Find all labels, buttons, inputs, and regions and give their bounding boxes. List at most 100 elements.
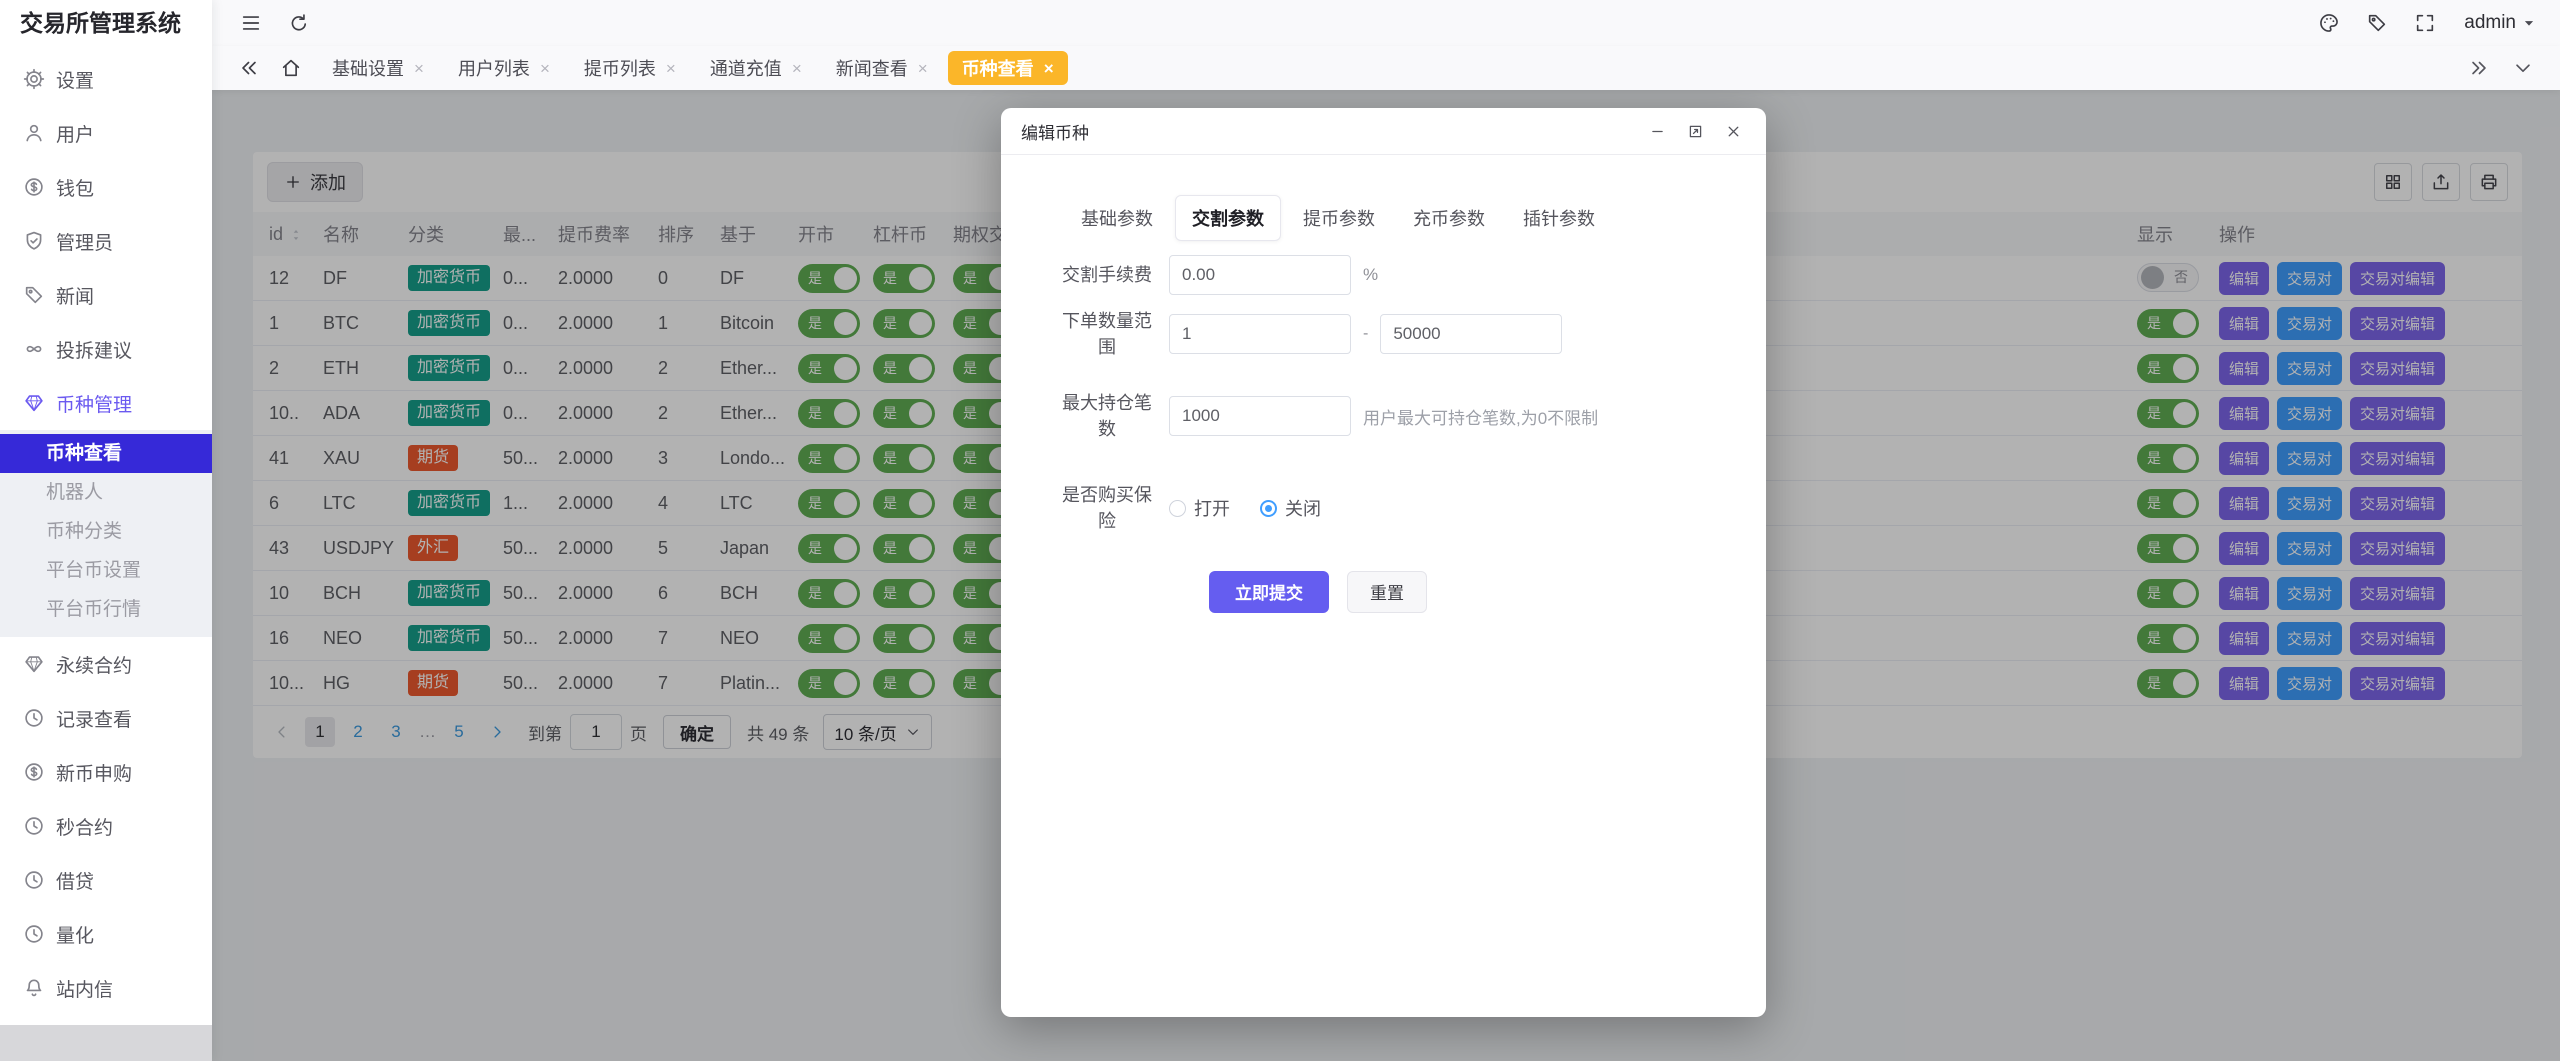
sidebar-item-4[interactable]: 新闻: [0, 268, 212, 322]
gear-icon: [23, 68, 45, 90]
close-icon[interactable]: ×: [792, 60, 802, 77]
max-hold-label: 最大持仓笔数: [1059, 390, 1155, 442]
tab-label: 用户列表: [458, 55, 530, 81]
insurance-option-0[interactable]: 打开: [1169, 495, 1230, 521]
sidebar-subitem-3[interactable]: 平台币设置: [0, 551, 212, 590]
sidebar-item-label: 站内信: [56, 975, 113, 1002]
content-area: 添加 id 名称分类最...提币费率排序基于开市杠杆币期权交易显示操作 12DF…: [212, 90, 2560, 1061]
close-icon[interactable]: ×: [918, 60, 928, 77]
sidebar-subitem-0[interactable]: 币种查看: [0, 434, 212, 473]
fee-suffix: %: [1363, 265, 1378, 285]
infinity-icon: [23, 338, 45, 360]
close-icon[interactable]: ×: [666, 60, 676, 77]
clock-icon: [23, 815, 45, 837]
range-min-input[interactable]: [1169, 314, 1351, 354]
minimize-icon[interactable]: [1644, 118, 1670, 144]
sidebar-item-2[interactable]: 钱包: [0, 160, 212, 214]
tab-label: 通道充值: [710, 55, 782, 81]
insurance-label: 是否购买保险: [1059, 482, 1155, 534]
sidebar-item-lower-6[interactable]: 站内信: [0, 961, 212, 1015]
sidebar-item-1[interactable]: 用户: [0, 106, 212, 160]
tab-0[interactable]: 基础设置×: [318, 51, 438, 85]
sidebar-collapse-strip[interactable]: [0, 1025, 212, 1061]
wallet-icon: [23, 176, 45, 198]
sidebar-item-lower-3[interactable]: 秒合约: [0, 799, 212, 853]
sidebar-item-label: 投拆建议: [56, 336, 132, 363]
modal-tab-2[interactable]: 提币参数: [1287, 196, 1391, 240]
close-icon[interactable]: ×: [1044, 60, 1054, 77]
chevrons-right-icon[interactable]: [2464, 53, 2494, 83]
menu-fold-icon[interactable]: [234, 6, 268, 40]
modal-body: 基础参数交割参数提币参数充币参数插针参数 交割手续费 % 下单数量范围 -: [1001, 155, 1766, 1017]
close-icon[interactable]: ×: [540, 60, 550, 77]
sidebar: 交易所管理系统 设置用户钱包管理员新闻投拆建议币种管理币种查看机器人币种分类平台…: [0, 0, 212, 1061]
refresh-icon[interactable]: [282, 6, 316, 40]
insurance-option-1[interactable]: 关闭: [1260, 495, 1321, 521]
tab-label: 提币列表: [584, 55, 656, 81]
sidebar-item-lower-4[interactable]: 借贷: [0, 853, 212, 907]
sidebar-subitem-2[interactable]: 币种分类: [0, 512, 212, 551]
edit-coin-modal: 编辑币种 基础参数交割参数提币参数充币参数插针参数 交割手续费 %: [1001, 108, 1766, 1017]
sidebar-item-lower-1[interactable]: 记录查看: [0, 691, 212, 745]
sidebar-item-lower-0[interactable]: 永续合约: [0, 637, 212, 691]
app-title: 交易所管理系统: [0, 0, 212, 46]
close-icon[interactable]: [1720, 118, 1746, 144]
submit-button[interactable]: 立即提交: [1209, 571, 1329, 613]
form-row-fee: 交割手续费 %: [1059, 255, 1766, 295]
reset-button[interactable]: 重置: [1347, 571, 1427, 613]
diamond-icon: [23, 653, 45, 675]
tab-1[interactable]: 用户列表 ×: [444, 51, 564, 85]
tab-label: 新闻查看: [836, 55, 908, 81]
tab-3[interactable]: 通道充值 ×: [696, 51, 816, 85]
tab-5[interactable]: 币种查看×: [948, 51, 1068, 85]
chevrons-left-icon[interactable]: [234, 53, 264, 83]
tab-4[interactable]: 新闻查看 ×: [822, 51, 942, 85]
tabbar: 基础设置×用户列表×提币列表×通道充值×新闻查看×币种查看×: [212, 46, 2560, 90]
radio-icon[interactable]: [1169, 500, 1186, 517]
radio-icon[interactable]: [1260, 500, 1277, 517]
sidebar-item-lower-5[interactable]: 量化: [0, 907, 212, 961]
sidebar-item-label: 量化: [56, 921, 94, 948]
fee-label: 交割手续费: [1059, 262, 1155, 288]
sidebar-subitem-1[interactable]: 机器人: [0, 473, 212, 512]
sidebar-item-label: 币种管理: [56, 390, 132, 417]
main-column: admin 基础设置×用户列表×提币列表×通道充值×新闻查看×币种查看× 添加: [212, 0, 2560, 1061]
maximize-icon[interactable]: [1682, 118, 1708, 144]
sidebar-item-0[interactable]: 设置: [0, 52, 212, 106]
topbar-right-icons: [2312, 6, 2456, 40]
modal-tab-3[interactable]: 充币参数: [1397, 196, 1501, 240]
sidebar-item-lower-2[interactable]: 新币申购: [0, 745, 212, 799]
radio-label: 打开: [1194, 495, 1230, 521]
tag-icon: [23, 284, 45, 306]
tab-2[interactable]: 提币列表 ×: [570, 51, 690, 85]
chevron-down-icon[interactable]: [2508, 53, 2538, 83]
clock-icon: [23, 923, 45, 945]
sidebar-item-3[interactable]: 管理员: [0, 214, 212, 268]
modal-tab-0[interactable]: 基础参数: [1065, 196, 1169, 240]
form-row-max-hold: 最大持仓笔数 用户最大可持仓笔数,为0不限制: [1059, 390, 1766, 442]
caret-down-icon: [2520, 14, 2538, 32]
user-menu[interactable]: admin: [2464, 12, 2538, 34]
close-icon[interactable]: ×: [414, 60, 424, 77]
fullscreen-icon[interactable]: [2408, 6, 2442, 40]
user-icon: [23, 122, 45, 144]
form-actions: 立即提交 重置: [1209, 571, 1766, 613]
range-label: 下单数量范围: [1059, 308, 1155, 360]
sidebar-subitem-4[interactable]: 平台币行情: [0, 590, 212, 629]
palette-icon[interactable]: [2312, 6, 2346, 40]
sidebar-item-5[interactable]: 投拆建议: [0, 322, 212, 376]
home-icon[interactable]: [276, 53, 306, 83]
topbar: admin: [212, 0, 2560, 46]
user-menu-label: admin: [2464, 12, 2516, 34]
modal-tab-4[interactable]: 插针参数: [1507, 196, 1611, 240]
range-separator: -: [1363, 325, 1368, 343]
fee-input[interactable]: [1169, 255, 1351, 295]
modal-tab-1[interactable]: 交割参数: [1175, 195, 1281, 241]
sidebar-item-6[interactable]: 币种管理: [0, 376, 212, 430]
tag-icon[interactable]: [2360, 6, 2394, 40]
clock-icon: [23, 869, 45, 891]
max-hold-input[interactable]: [1169, 396, 1351, 436]
sidebar-item-label: 新币申购: [56, 759, 132, 786]
range-max-input[interactable]: [1380, 314, 1562, 354]
modal-title: 编辑币种: [1021, 119, 1089, 144]
